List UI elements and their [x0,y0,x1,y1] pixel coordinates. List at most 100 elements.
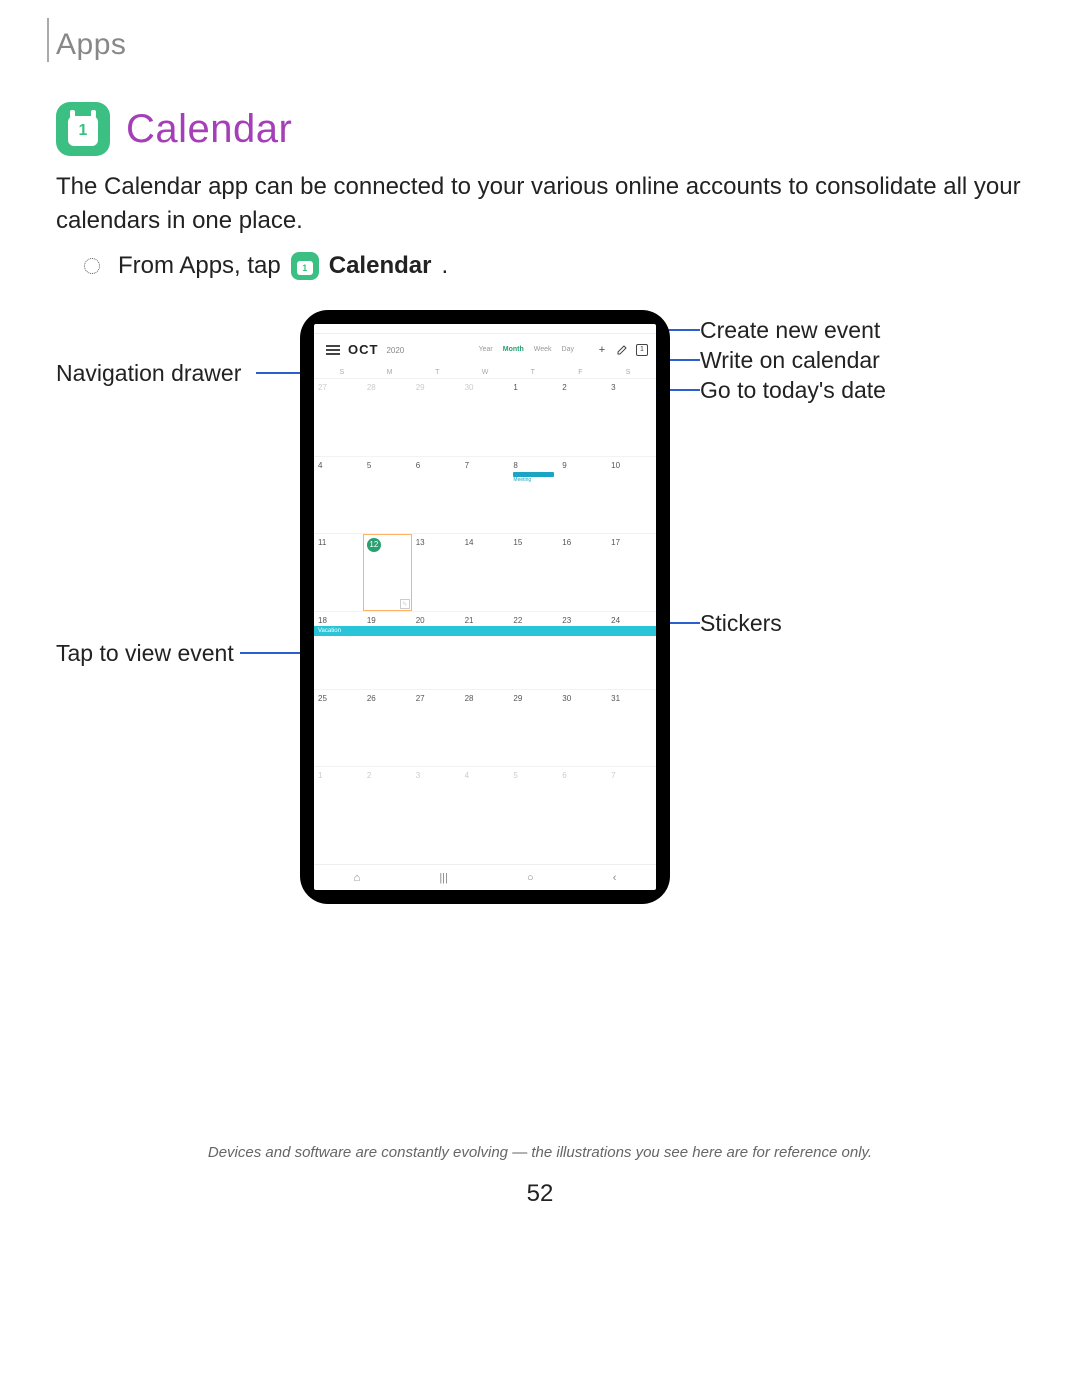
header-action-icons: + 1 [596,344,648,356]
callout-write-cal: Write on calendar [700,347,880,374]
view-week[interactable]: Week [534,346,552,353]
day-cell[interactable]: 30 [461,379,510,456]
day-cell[interactable]: 1 [314,767,363,844]
weekday: W [461,369,509,376]
footer-disclaimer: Devices and software are constantly evol… [0,1144,1080,1161]
day-cell[interactable]: 28 [363,379,412,456]
week-row: 1 2 3 4 5 6 7 [314,766,656,844]
calendar-app-icon: 1 [56,102,110,156]
add-event-icon[interactable]: + [596,344,608,356]
multi-day-event[interactable]: Vacation [314,626,656,636]
month-label[interactable]: OCT [348,342,378,357]
day-cell[interactable]: 2 [558,379,607,456]
day-cell[interactable]: 5 [363,457,412,534]
view-year[interactable]: Year [479,346,493,353]
day-cell[interactable]: 5 [509,767,558,844]
week-row: 4 5 6 7 8 Meeting 9 10 [314,456,656,534]
week-row: 27 28 29 30 1 2 3 [314,378,656,456]
day-cell[interactable]: 28 [461,690,510,767]
calendar-header: OCT 2020 Year Month Week Day + 1 [314,334,656,365]
status-bar [314,324,656,334]
day-cell[interactable]: 13 [412,534,461,611]
annotated-figure: Navigation drawer Tap to view event Crea… [56,310,1024,930]
header-rule [47,18,49,62]
day-cell[interactable]: 20 [412,612,461,689]
day-cell[interactable]: 24 [607,612,656,689]
day-cell[interactable]: 29 [509,690,558,767]
step-prefix: From Apps, tap [118,252,281,280]
pen-icon[interactable] [616,344,628,356]
weekday: T [509,369,557,376]
view-month[interactable]: Month [503,346,524,353]
day-cell[interactable]: 7 [607,767,656,844]
android-navbar: ⌂ ||| ○ ‹ [314,864,656,890]
day-number: 8 [513,461,517,470]
callout-today: Go to today's date [700,377,886,404]
today-cell[interactable]: 12 ✎ [363,534,412,611]
day-cell[interactable]: 3 [412,767,461,844]
day-cell[interactable]: 27 [314,379,363,456]
day-cell[interactable]: 31 [607,690,656,767]
day-cell[interactable]: 25 [314,690,363,767]
view-day[interactable]: Day [562,346,574,353]
tablet-screen: OCT 2020 Year Month Week Day + 1 S [314,324,656,890]
today-icon[interactable]: 1 [636,344,648,356]
recents-icon[interactable]: ⌂ [354,872,361,884]
step-period: . [441,252,448,280]
day-cell[interactable]: 7 [461,457,510,534]
weekday: M [366,369,414,376]
sticker-icon[interactable]: ✎ [400,599,410,609]
day-cell[interactable]: 4 [461,767,510,844]
week-row: 25 26 27 28 29 30 31 [314,689,656,767]
day-cell[interactable]: 22 [509,612,558,689]
day-cell[interactable]: 19 [363,612,412,689]
menu-bar-icon[interactable]: ||| [439,872,448,884]
day-cell[interactable]: 30 [558,690,607,767]
page-title: Calendar [126,107,292,152]
day-cell[interactable]: 2 [363,767,412,844]
section-header: Apps [56,28,126,62]
menu-icon[interactable] [326,345,340,355]
calendar-inline-day: 1 [297,261,313,275]
day-cell[interactable]: 21 [461,612,510,689]
day-cell[interactable]: 27 [412,690,461,767]
event-label: Meeting [513,477,554,483]
day-cell[interactable]: 9 [558,457,607,534]
week-row: 11 12 ✎ 13 14 15 16 17 [314,533,656,611]
today-marker: 12 [367,538,381,552]
day-cell[interactable]: 18 [314,612,363,689]
week-row: 18 19 20 21 22 23 24 Vacation [314,611,656,689]
day-cell[interactable]: 6 [412,457,461,534]
home-icon[interactable]: ○ [527,872,534,884]
step-app-name: Calendar [329,252,432,280]
year-label: 2020 [386,346,404,355]
day-cell[interactable]: 23 [558,612,607,689]
view-switcher: Year Month Week Day [479,346,574,353]
day-cell[interactable]: 10 [607,457,656,534]
weekday: F [557,369,605,376]
instruction-step: From Apps, tap 1 Calendar. [84,252,448,280]
day-cell[interactable]: 26 [363,690,412,767]
day-cell[interactable]: 8 Meeting [509,457,558,534]
day-cell[interactable]: 11 [314,534,363,611]
day-cell[interactable]: 1 [509,379,558,456]
page-title-row: 1 Calendar [56,102,292,156]
tablet-frame: OCT 2020 Year Month Week Day + 1 S [300,310,670,904]
month-grid: 27 28 29 30 1 2 3 4 5 6 7 8 Meetin [314,378,656,844]
bullet-icon [84,258,100,274]
day-cell[interactable]: 3 [607,379,656,456]
callout-tap-event: Tap to view event [56,640,234,667]
callout-stickers: Stickers [700,610,782,637]
day-cell[interactable]: 15 [509,534,558,611]
calendar-inline-icon: 1 [291,252,319,280]
back-icon[interactable]: ‹ [613,872,617,884]
day-cell[interactable]: 29 [412,379,461,456]
weekday: T [413,369,461,376]
day-cell[interactable]: 17 [607,534,656,611]
day-cell[interactable]: 4 [314,457,363,534]
weekday-row: S M T W T F S [314,365,656,378]
calendar-icon-day: 1 [68,116,98,146]
day-cell[interactable]: 16 [558,534,607,611]
day-cell[interactable]: 14 [461,534,510,611]
day-cell[interactable]: 6 [558,767,607,844]
